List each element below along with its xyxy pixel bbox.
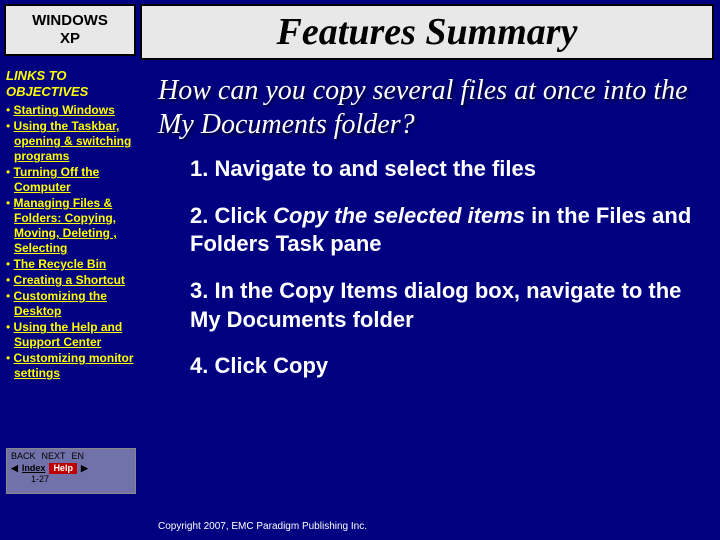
nav-back[interactable]: BACK — [11, 451, 36, 461]
nav-page: 1-27 — [11, 474, 131, 484]
copyright: Copyright 2007, EMC Paradigm Publishing … — [158, 521, 367, 532]
link-item[interactable]: Turning Off the Computer — [6, 165, 136, 195]
nav-next[interactable]: NEXT — [42, 451, 66, 461]
main-title: Features Summary — [277, 11, 578, 53]
step-4: 4. Click Copy — [190, 352, 702, 381]
link-item[interactable]: Customizing the Desktop — [6, 289, 136, 319]
link-item[interactable]: Creating a Shortcut — [6, 273, 136, 288]
question-text: How can you copy several files at once i… — [140, 64, 720, 155]
link-item[interactable]: Customizing monitor settings — [6, 351, 136, 381]
sidebar-title-box: WINDOWS XP — [4, 4, 136, 56]
link-item[interactable]: The Recycle Bin — [6, 257, 136, 272]
sidebar-title-line2: XP — [10, 30, 130, 48]
nav-en: EN — [72, 451, 85, 461]
link-item[interactable]: Using the Taskbar, opening & switching p… — [6, 119, 136, 164]
step-3: 3. In the Copy Items dialog box, navigat… — [190, 277, 702, 334]
link-item[interactable]: Managing Files & Folders: Copying, Movin… — [6, 196, 136, 256]
links-list: Starting Windows Using the Taskbar, open… — [0, 103, 140, 381]
main: Features Summary How can you copy severa… — [140, 0, 720, 540]
nav-index[interactable]: Index — [22, 463, 46, 474]
title-box: Features Summary — [140, 4, 714, 60]
link-item[interactable]: Using the Help and Support Center — [6, 320, 136, 350]
steps-container: 1. Navigate to and select the files 2. C… — [140, 155, 720, 381]
sidebar-title-line1: WINDOWS — [10, 12, 130, 30]
nav-help[interactable]: Help — [49, 463, 77, 474]
links-header: LINKS TO OBJECTIVES — [0, 60, 140, 103]
step-2: 2. Click Copy the selected items in the … — [190, 202, 702, 259]
step-1: 1. Navigate to and select the files — [190, 155, 702, 184]
nav-overlay: BACK NEXT EN ◀ Index Help ▶ 1-27 — [6, 448, 136, 494]
link-item[interactable]: Starting Windows — [6, 103, 136, 118]
